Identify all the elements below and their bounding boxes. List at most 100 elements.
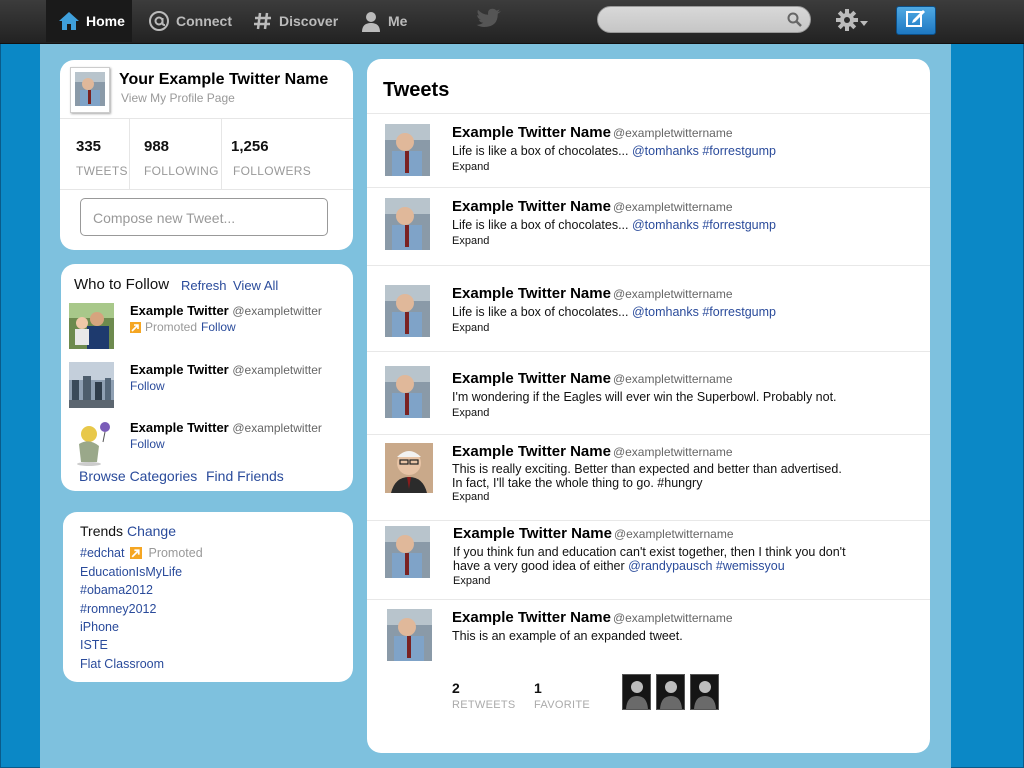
expand-link[interactable]: Expand	[452, 235, 489, 247]
suggestion-item: Example Twitter @exampletwitter Promoted…	[69, 303, 349, 353]
follow-button[interactable]: Follow	[130, 379, 165, 393]
tweet-avatar[interactable]	[385, 285, 430, 337]
trend-item[interactable]: #romney2012	[80, 602, 156, 616]
nav-me-label: Me	[388, 13, 408, 29]
retweets-label: RETWEETS	[452, 699, 516, 711]
tweet-item[interactable]: Example Twitter Name @exampletwittername …	[367, 351, 930, 435]
tweet-avatar[interactable]	[385, 443, 433, 493]
trend-item[interactable]: iPhone	[80, 620, 119, 634]
tweets-panel: Tweets Example Twitter Name @exampletwitt…	[367, 59, 930, 753]
mention-link[interactable]: @tomhanks	[632, 144, 699, 158]
suggestion-name[interactable]: Example Twitter @exampletwitter	[130, 420, 322, 435]
hashtag-link[interactable]: #forrestgump	[702, 144, 776, 158]
search-input[interactable]	[597, 6, 811, 33]
hashtag-link[interactable]: #wemissyou	[716, 559, 785, 573]
stat-following[interactable]: 988 FOLLOWING	[129, 119, 222, 189]
tweet-author[interactable]: Example Twitter Name @exampletwittername	[452, 285, 733, 302]
trends-card: Trends Change #edchat Promoted Education…	[63, 512, 353, 682]
suggestion-name[interactable]: Example Twitter @exampletwitter	[130, 362, 322, 377]
top-navbar: Home Connect Discover Me	[0, 0, 1024, 44]
find-friends-link[interactable]: Find Friends	[206, 468, 284, 484]
suggestion-name[interactable]: Example Twitter @exampletwitter	[130, 303, 322, 318]
suggestion-meta: Follow	[130, 379, 165, 393]
stat-followers[interactable]: 1,256 FOLLOWERS	[221, 119, 353, 189]
tweet-item[interactable]: Example Twitter Name @exampletwittername …	[367, 520, 930, 600]
compose-tweet-button[interactable]	[896, 6, 936, 35]
home-icon	[58, 11, 80, 31]
nav-home[interactable]: Home	[46, 0, 132, 42]
favorites-label: FAVORITE	[534, 699, 590, 711]
mention-link[interactable]: @tomhanks	[632, 305, 699, 319]
tweet-avatar[interactable]	[385, 526, 430, 578]
browse-categories-link[interactable]: Browse Categories	[79, 468, 197, 484]
search-icon[interactable]	[787, 12, 802, 32]
trend-item[interactable]: #obama2012	[80, 583, 153, 597]
retweets-stat[interactable]: 2 RETWEETS	[452, 680, 515, 711]
tweet-handle: @exampletwittername	[612, 611, 733, 625]
tweet-author[interactable]: Example Twitter Name @exampletwittername	[452, 370, 733, 387]
mention-link[interactable]: @tomhanks	[632, 218, 699, 232]
tweet-text: I'm wondering if the Eagles will ever wi…	[452, 390, 837, 404]
tweet-author[interactable]: Example Twitter Name @exampletwittername	[452, 198, 733, 215]
suggestion-avatar[interactable]	[69, 303, 114, 349]
tweet-author[interactable]: Example Twitter Name @exampletwittername	[452, 443, 733, 460]
view-profile-link[interactable]: View My Profile Page	[121, 91, 235, 105]
favoriter-avatar[interactable]	[656, 674, 685, 710]
gear-icon	[836, 9, 858, 36]
tweet-avatar[interactable]	[385, 198, 430, 250]
hashtag-link[interactable]: #forrestgump	[702, 305, 776, 319]
expand-link[interactable]: Expand	[452, 161, 489, 173]
mention-link[interactable]: @randypausch	[628, 559, 712, 573]
expand-link[interactable]: Expand	[452, 491, 489, 503]
stat-tweets[interactable]: 335 TWEETS	[60, 119, 130, 189]
trend-item[interactable]: EducationIsMyLife	[80, 565, 182, 579]
trend-item[interactable]: #edchat Promoted	[80, 546, 203, 560]
tweet-item[interactable]: Example Twitter Name @exampletwittername …	[367, 434, 930, 521]
favoriter-avatar[interactable]	[622, 674, 651, 710]
tweet-text: Life is like a box of chocolates... @tom…	[452, 305, 776, 319]
compose-icon	[905, 8, 927, 33]
tweet-avatar[interactable]	[385, 366, 430, 418]
tweet-text: This is really exciting. Better than exp…	[452, 462, 842, 490]
tweet-item[interactable]: Example Twitter Name @exampletwittername …	[367, 265, 930, 352]
suggestion-meta: Follow	[130, 437, 165, 451]
profile-name[interactable]: Your Example Twitter Name	[119, 71, 328, 89]
expand-link[interactable]: Expand	[452, 407, 489, 419]
favorites-count: 1	[534, 680, 542, 696]
expand-link[interactable]: Expand	[452, 322, 489, 334]
change-trends-link[interactable]: Change	[127, 523, 176, 539]
suggestion-avatar[interactable]	[69, 362, 114, 408]
tweet-item[interactable]: Example Twitter Name @exampletwittername …	[367, 113, 930, 188]
suggestion-handle: @exampletwitter	[232, 421, 322, 435]
nav-connect[interactable]: Connect	[148, 0, 232, 42]
view-all-link[interactable]: View All	[233, 278, 278, 293]
nav-discover[interactable]: Discover	[253, 0, 338, 42]
tweet-text: If you think fun and education can't exi…	[453, 545, 846, 573]
settings-menu[interactable]	[836, 9, 868, 36]
tweet-item[interactable]: Example Twitter Name @exampletwittername …	[367, 187, 930, 266]
tweet-author[interactable]: Example Twitter Name @exampletwittername	[452, 609, 733, 626]
tweet-text: This is an example of an expanded tweet.	[452, 629, 683, 643]
suggestion-item: Example Twitter @exampletwitter Follow	[69, 362, 349, 412]
compose-tweet-input[interactable]: Compose new Tweet...	[80, 198, 328, 236]
favorites-stat[interactable]: 1 FAVORITE	[534, 680, 590, 711]
expand-link[interactable]: Expand	[453, 575, 490, 587]
suggestion-avatar[interactable]	[69, 420, 114, 466]
nav-me[interactable]: Me	[360, 0, 407, 42]
follow-button[interactable]: Follow	[201, 320, 236, 334]
promoted-label: Promoted	[145, 320, 198, 334]
tweet-avatar[interactable]	[387, 609, 432, 661]
hashtag-link[interactable]: #forrestgump	[702, 218, 776, 232]
profile-avatar[interactable]	[70, 67, 110, 113]
tweet-author[interactable]: Example Twitter Name @exampletwittername	[452, 124, 733, 141]
trend-item[interactable]: Flat Classroom	[80, 657, 164, 671]
follow-button[interactable]: Follow	[130, 437, 165, 451]
tweet-avatar[interactable]	[385, 124, 430, 176]
twitter-bird-icon[interactable]	[476, 8, 502, 35]
trend-item[interactable]: ISTE	[80, 638, 108, 652]
tweet-author[interactable]: Example Twitter Name @exampletwittername	[453, 525, 734, 542]
refresh-link[interactable]: Refresh	[181, 278, 227, 293]
tweet-handle: @exampletwittername	[612, 372, 733, 386]
favoriter-avatar[interactable]	[690, 674, 719, 710]
tweet-text: Life is like a box of chocolates... @tom…	[452, 144, 776, 158]
